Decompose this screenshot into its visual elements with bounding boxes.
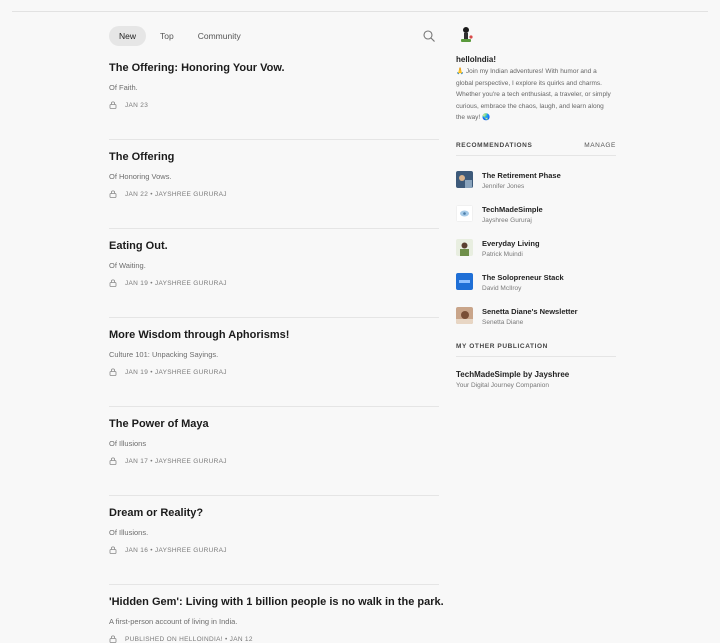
post-title[interactable]: The Power of Maya <box>109 418 439 430</box>
publication-name[interactable]: helloIndia! <box>456 55 616 64</box>
post-date-author: JAN 19 • JAYSHREE GURURAJ <box>125 368 227 376</box>
recommendation-name: Senetta Diane's Newsletter <box>482 306 578 316</box>
recommendation-name: Everyday Living <box>482 238 540 248</box>
recommendation-item[interactable]: The Retirement Phase Jennifer Jones <box>456 170 616 205</box>
recommendation-name: The Retirement Phase <box>482 170 561 180</box>
post-item[interactable]: 'Hidden Gem': Living with 1 billion peop… <box>109 596 444 643</box>
post-title[interactable]: More Wisdom through Aphorisms! <box>109 329 439 341</box>
recommendation-thumbnail <box>456 272 473 290</box>
other-publication-section: MY OTHER PUBLICATION TechMadeSimple by J… <box>456 343 616 389</box>
sidebar: helloIndia! 🙏 Join my Indian adventures!… <box>456 24 616 389</box>
post-title[interactable]: The Offering <box>109 151 439 163</box>
other-publication-heading: MY OTHER PUBLICATION <box>456 342 548 350</box>
manage-button[interactable]: MANAGE <box>584 142 616 149</box>
post-meta: JAN 16 • JAYSHREE GURURAJ <box>109 546 439 554</box>
post-subtitle: Of Honoring Vows. <box>109 172 172 181</box>
post-item[interactable]: The Power of Maya Of Illusions JAN 17 • … <box>109 418 439 465</box>
other-publication-name: TechMadeSimple by Jayshree <box>456 369 570 379</box>
recommendation-author: Patrick Muindi <box>482 250 523 258</box>
post-item[interactable]: Dream or Reality? Of Illusions. JAN 16 •… <box>109 507 439 554</box>
post-title[interactable]: The Offering: Honoring Your Vow. <box>109 62 439 74</box>
other-publication-subtitle: Your Digital Journey Companion <box>456 381 549 389</box>
post-meta: PUBLISHED ON HELLOINDIA! • JAN 12 <box>109 635 439 643</box>
post-divider <box>109 228 439 229</box>
post-date-author: JAN 22 • JAYSHREE GURURAJ <box>125 190 227 198</box>
post-subtitle: A first-person account of living in Indi… <box>109 617 238 626</box>
post-subtitle: Of Waiting. <box>109 261 146 270</box>
post-date-author: JAN 19 • JAYSHREE GURURAJ <box>125 279 227 287</box>
recommendation-thumbnail <box>456 238 473 256</box>
section-divider <box>456 154 616 156</box>
lock-icon <box>109 546 117 554</box>
recommendation-name: TechMadeSimple <box>482 204 543 214</box>
post-item[interactable]: More Wisdom through Aphorisms! Culture 1… <box>109 329 439 376</box>
recommendation-thumbnail <box>456 170 473 188</box>
recommendation-item[interactable]: Everyday Living Patrick Muindi <box>456 238 616 273</box>
post-subtitle: Of Faith. <box>109 83 138 92</box>
post-meta: JAN 19 • JAYSHREE GURURAJ <box>109 368 439 376</box>
recommendations-section: RECOMMENDATIONS MANAGE The Retirement Ph… <box>456 142 616 341</box>
post-divider <box>109 584 439 585</box>
post-divider <box>109 406 439 407</box>
recommendation-author: David McIlroy <box>482 284 522 292</box>
lock-icon <box>109 101 117 109</box>
post-subtitle: Culture 101: Unpacking Sayings. <box>109 350 219 359</box>
post-title[interactable]: 'Hidden Gem': Living with 1 billion peop… <box>109 596 444 608</box>
publication-description: 🙏 Join my Indian adventures! With humor … <box>456 68 611 122</box>
section-divider <box>456 355 616 357</box>
recommendations-header: RECOMMENDATIONS MANAGE <box>456 142 616 149</box>
recommendation-item[interactable]: The Solopreneur Stack David McIlroy <box>456 272 616 307</box>
post-title[interactable]: Dream or Reality? <box>109 507 439 519</box>
lock-icon <box>109 635 117 643</box>
post-divider <box>109 317 439 318</box>
post-date-author: PUBLISHED ON HELLOINDIA! • JAN 12 <box>125 635 253 643</box>
post-title[interactable]: Eating Out. <box>109 240 439 252</box>
recommendation-author: Jennifer Jones <box>482 182 525 190</box>
lock-icon <box>109 190 117 198</box>
recommendation-item[interactable]: Senetta Diane's Newsletter Senetta Diane <box>456 306 616 341</box>
post-meta: JAN 23 <box>109 101 439 109</box>
post-date-author: JAN 23 <box>125 101 149 109</box>
lock-icon <box>109 368 117 376</box>
other-publication-item[interactable]: TechMadeSimple by Jayshree Your Digital … <box>456 370 616 389</box>
recommendations-heading: RECOMMENDATIONS <box>456 141 533 149</box>
post-date-author: JAN 16 • JAYSHREE GURURAJ <box>125 546 227 554</box>
post-item[interactable]: The Offering Of Honoring Vows. JAN 22 • … <box>109 151 439 198</box>
other-publication-header: MY OTHER PUBLICATION <box>456 343 616 350</box>
post-divider <box>109 139 439 140</box>
recommendation-thumbnail <box>456 306 473 324</box>
post-subtitle: Of Illusions <box>109 439 147 448</box>
lock-icon <box>109 279 117 287</box>
publication-logo[interactable] <box>456 24 476 46</box>
post-item[interactable]: Eating Out. Of Waiting. JAN 19 • JAYSHRE… <box>109 240 439 287</box>
post-divider <box>109 495 439 496</box>
post-subtitle: Of Illusions. <box>109 528 149 537</box>
post-meta: JAN 22 • JAYSHREE GURURAJ <box>109 190 439 198</box>
lock-icon <box>109 457 117 465</box>
post-meta: JAN 17 • JAYSHREE GURURAJ <box>109 457 439 465</box>
recommendation-author: Senetta Diane <box>482 318 524 326</box>
recommendation-author: Jayshree Gururaj <box>482 216 532 224</box>
post-item[interactable]: The Offering: Honoring Your Vow. Of Fait… <box>109 62 439 109</box>
recommendation-name: The Solopreneur Stack <box>482 272 564 282</box>
post-meta: JAN 19 • JAYSHREE GURURAJ <box>109 279 439 287</box>
post-date-author: JAN 17 • JAYSHREE GURURAJ <box>125 457 227 465</box>
recommendation-item[interactable]: TechMadeSimple Jayshree Gururaj <box>456 204 616 239</box>
recommendation-thumbnail <box>456 204 473 222</box>
